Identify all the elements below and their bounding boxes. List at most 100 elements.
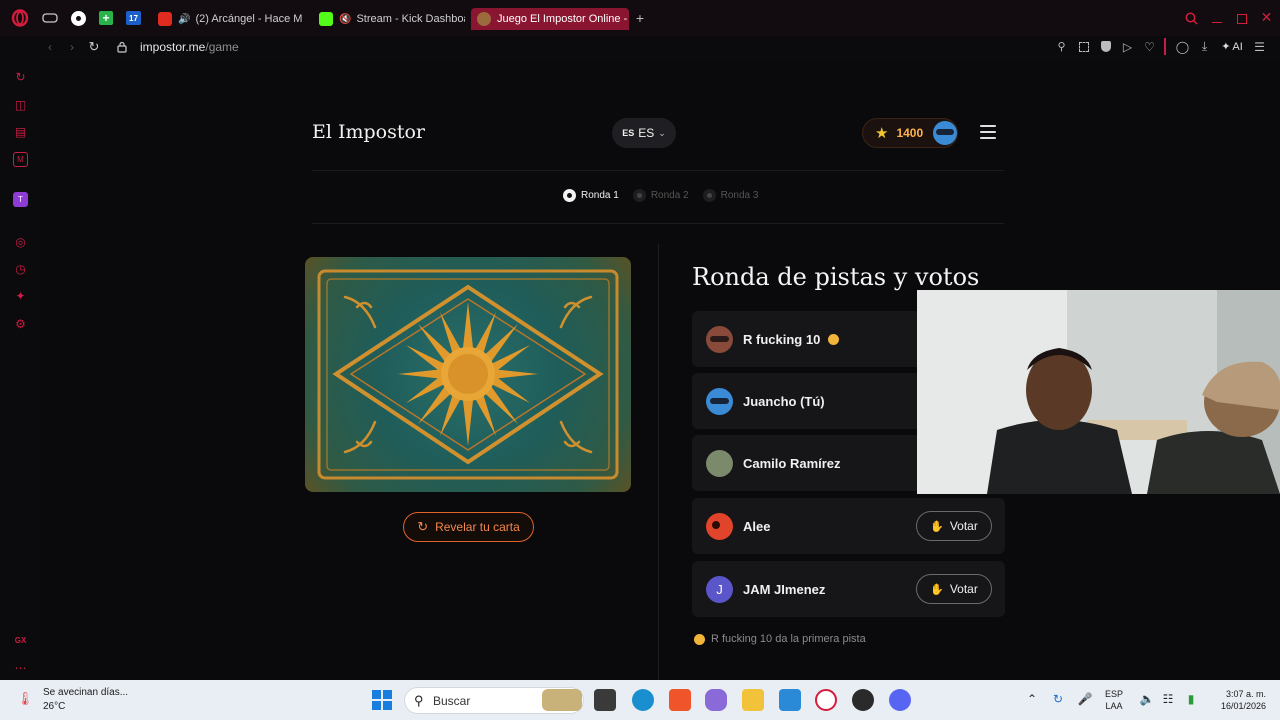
clock[interactable]: 3:07 a. m. 16/01/2026 bbox=[1210, 688, 1266, 712]
pinned-tab-icon-3[interactable]: 17 bbox=[126, 11, 141, 25]
twitch-icon[interactable]: T bbox=[13, 192, 28, 207]
snapshot-icon[interactable] bbox=[1077, 40, 1090, 53]
tab-label: (2) Arcángel - Hace Mu bbox=[195, 13, 302, 25]
column-divider bbox=[658, 244, 659, 680]
tab-impostor[interactable]: Juego El Impostor Online - bbox=[471, 8, 629, 30]
weather-text: Se avecinan días... bbox=[43, 687, 129, 698]
player-avatar bbox=[706, 512, 733, 540]
player-avatar bbox=[706, 449, 733, 477]
minimize-icon[interactable] bbox=[1209, 11, 1224, 26]
search-tabs-icon[interactable] bbox=[1184, 11, 1199, 26]
vote-button[interactable]: ✋ Votar bbox=[916, 574, 992, 604]
back-icon[interactable]: ‹ bbox=[44, 40, 56, 54]
opera-logo-icon[interactable] bbox=[11, 9, 29, 27]
shield-icon[interactable] bbox=[1099, 40, 1112, 53]
speaker-icon: 🔊 bbox=[178, 13, 191, 25]
round-step-3: Ronda 3 bbox=[702, 189, 759, 202]
network-icon[interactable]: ☷ bbox=[1161, 692, 1175, 706]
maximize-icon[interactable] bbox=[1234, 11, 1249, 26]
discord-icon[interactable] bbox=[889, 689, 911, 711]
speed-dial-icon[interactable]: ↻ bbox=[13, 69, 28, 84]
pin-icon[interactable]: ⚲ bbox=[1055, 40, 1068, 53]
more-icon[interactable]: ⋯ bbox=[13, 660, 28, 675]
tab-kick[interactable]: 🔇 Stream - Kick Dashboa bbox=[313, 8, 465, 30]
volume-icon[interactable]: 🔈 bbox=[1140, 692, 1155, 706]
player-icon[interactable]: ◎ bbox=[13, 234, 28, 249]
reveal-card-button[interactable]: ↻ Revelar tu carta bbox=[403, 512, 534, 542]
sun-icon bbox=[694, 633, 705, 645]
download-icon[interactable]: ⤓ bbox=[1198, 39, 1211, 53]
pinned-tab-icon-1[interactable] bbox=[71, 11, 86, 26]
chevron-up-icon[interactable]: ⌃ bbox=[1026, 692, 1038, 706]
ai-button[interactable]: ✦ AI bbox=[1220, 39, 1244, 54]
vote-button[interactable]: ✋ Votar bbox=[916, 511, 992, 541]
opera-gx-taskbar-icon[interactable] bbox=[815, 689, 837, 711]
hamburger-menu-button[interactable] bbox=[980, 125, 996, 139]
easy-setup-icon[interactable]: ☰ bbox=[1253, 40, 1266, 54]
player-name: Alee bbox=[743, 518, 771, 534]
player-name: JAM JImenez bbox=[743, 581, 826, 597]
microphone-icon[interactable]: 🎤 bbox=[1078, 692, 1093, 706]
extensions-icon[interactable]: ✦ bbox=[13, 288, 28, 303]
account-icon[interactable]: ◯ bbox=[1176, 40, 1189, 54]
store-icon[interactable] bbox=[779, 689, 801, 711]
history-icon[interactable]: ◷ bbox=[13, 261, 28, 276]
search-icon: ⚲ bbox=[414, 693, 424, 708]
reveal-label: Revelar tu carta bbox=[435, 520, 520, 534]
obs-icon[interactable] bbox=[852, 689, 874, 711]
close-icon[interactable]: ✕ bbox=[1259, 9, 1274, 25]
hand-icon: ✋ bbox=[930, 583, 944, 596]
browser-tab-bar: + 17 🔊 (2) Arcángel - Hace Mu 🔇 Stream -… bbox=[0, 0, 1280, 36]
gamepad-icon[interactable] bbox=[42, 11, 58, 25]
brave-icon[interactable] bbox=[669, 689, 691, 711]
language-selector[interactable]: ES ES ⌄ bbox=[612, 118, 676, 148]
sync-icon[interactable]: ↻ bbox=[1051, 692, 1065, 706]
user-avatar[interactable] bbox=[933, 121, 957, 145]
weather-temp: 26°C bbox=[43, 701, 66, 712]
search-highlight-icon[interactable] bbox=[542, 689, 582, 711]
vote-label: Votar bbox=[949, 582, 978, 596]
clock-time: 3:07 a. m. bbox=[1225, 689, 1266, 699]
input-language[interactable]: ESP LAA bbox=[1105, 688, 1123, 712]
pinned-tab-icon-2[interactable]: + bbox=[99, 11, 113, 25]
tab-youtube[interactable]: 🔊 (2) Arcángel - Hace Mu bbox=[152, 8, 302, 30]
site-logo[interactable]: El Impostor bbox=[312, 121, 425, 143]
messenger-icon[interactable]: M bbox=[13, 152, 28, 167]
weather-widget[interactable]: Se avecinan días... 26°C bbox=[43, 686, 128, 714]
coins-value: 1400 bbox=[896, 126, 924, 140]
edge-icon[interactable] bbox=[632, 689, 654, 711]
gx-logo-icon[interactable]: GX bbox=[13, 633, 28, 648]
settings-gear-icon[interactable]: ⚙ bbox=[13, 316, 28, 331]
heart-icon[interactable]: ♡ bbox=[1143, 40, 1156, 54]
round-dot-icon bbox=[702, 189, 716, 202]
news-icon[interactable]: ▤ bbox=[13, 124, 28, 139]
coins-badge[interactable]: ★ 1400 bbox=[862, 118, 958, 148]
url-field[interactable]: impostor.me/game bbox=[140, 40, 239, 54]
task-view-icon[interactable] bbox=[594, 689, 616, 711]
card-back-image[interactable] bbox=[305, 257, 631, 492]
player-name: R fucking 10 bbox=[743, 331, 821, 347]
battery-icon[interactable]: ▮ bbox=[1183, 692, 1199, 706]
header-divider bbox=[312, 170, 1004, 171]
round-label: Ronda 3 bbox=[720, 190, 759, 201]
round-dot-icon bbox=[563, 189, 576, 202]
tab-label: Stream - Kick Dashboa bbox=[356, 13, 465, 25]
gx-corner-icon[interactable]: ◫ bbox=[13, 97, 28, 112]
windows-start-icon[interactable] bbox=[371, 689, 393, 711]
play-icon[interactable]: ▷ bbox=[1121, 40, 1134, 54]
new-tab-button[interactable]: + bbox=[633, 10, 647, 26]
round-step-1: Ronda 1 bbox=[563, 189, 619, 202]
round-label: Ronda 2 bbox=[650, 190, 689, 201]
lock-icon bbox=[116, 40, 128, 54]
kick-icon bbox=[319, 12, 333, 26]
forward-icon[interactable]: › bbox=[66, 40, 78, 54]
player-name: Camilo Ramírez bbox=[743, 455, 841, 471]
player-avatar bbox=[706, 325, 733, 353]
reload-icon[interactable]: ↻ bbox=[87, 39, 101, 55]
player-avatar: J bbox=[706, 575, 733, 603]
file-explorer-icon[interactable] bbox=[742, 689, 764, 711]
player-name: Juancho (Tú) bbox=[743, 393, 825, 409]
toolbar-divider bbox=[1164, 38, 1166, 55]
weather-icon[interactable]: 🌡 bbox=[17, 691, 34, 707]
copilot-icon[interactable] bbox=[705, 689, 727, 711]
